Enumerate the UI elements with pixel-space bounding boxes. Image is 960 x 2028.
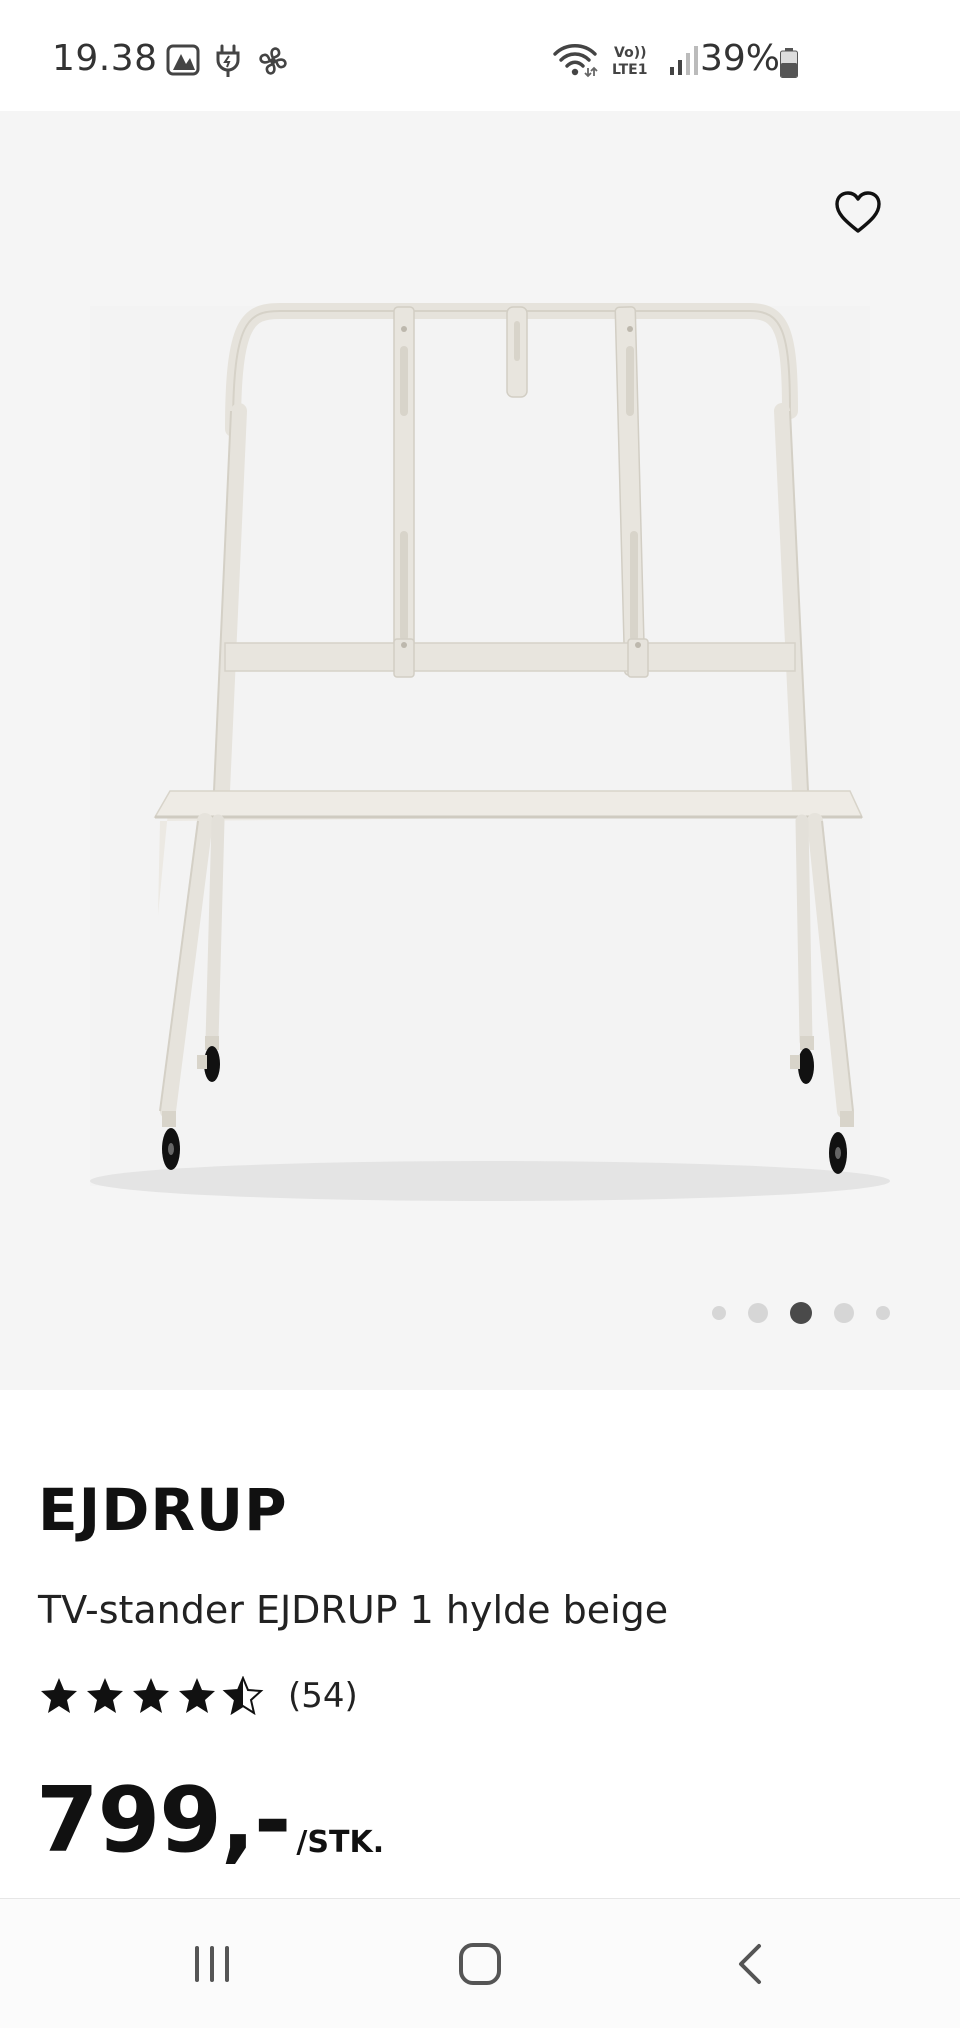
carousel-dot[interactable]	[748, 1303, 768, 1323]
carousel-dot[interactable]	[876, 1306, 890, 1320]
product-rating[interactable]: (54)	[38, 1676, 358, 1716]
status-icons-left	[166, 44, 290, 78]
star-filled-icon	[133, 1678, 169, 1713]
heart-icon	[835, 191, 881, 233]
price-unit: /STK.	[296, 1825, 385, 1860]
home-button[interactable]	[450, 1939, 510, 1989]
product-image[interactable]	[0, 111, 960, 1390]
navigation-bar	[0, 1898, 960, 2028]
status-bar: 19.38 Vo)) LTE1 39%	[0, 0, 960, 111]
star-half-icon	[222, 1676, 264, 1716]
product-price: 799,- /STK.	[36, 1776, 384, 1866]
back-button[interactable]	[720, 1939, 780, 1989]
volte-icon: Vo)) LTE1	[612, 45, 647, 78]
battery-percentage: 39%	[700, 38, 781, 79]
svg-text:Vo)): Vo))	[614, 45, 646, 61]
product-description: TV-stander EJDRUP 1 hylde beige	[38, 1588, 669, 1632]
carousel-dot[interactable]	[790, 1302, 812, 1324]
star-filled-icon	[179, 1678, 215, 1713]
battery-icon	[780, 48, 798, 78]
gallery-icon	[166, 44, 200, 76]
carousel-dot[interactable]	[712, 1306, 726, 1320]
wifi-icon	[553, 44, 598, 78]
star-filled-icon	[87, 1678, 123, 1713]
tv-stand-image	[90, 303, 890, 1201]
svg-text:LTE1: LTE1	[612, 62, 647, 78]
price-amount: 799,-	[36, 1768, 291, 1873]
status-icons-right: Vo)) LTE1	[552, 42, 700, 78]
carousel-dots	[712, 1302, 890, 1324]
back-icon	[739, 1944, 761, 1984]
product-brand: EJDRUP	[38, 1476, 288, 1544]
star-filled-icon	[41, 1678, 77, 1713]
rating-stars	[38, 1676, 264, 1716]
home-icon	[459, 1943, 501, 1985]
favorite-button[interactable]	[830, 184, 886, 240]
carousel-dot[interactable]	[834, 1303, 854, 1323]
recent-apps-button[interactable]	[182, 1939, 242, 1989]
signal-icon	[670, 46, 698, 75]
fan-icon	[259, 47, 287, 75]
recent-apps-icon	[195, 1946, 229, 1982]
charging-icon	[216, 44, 240, 77]
status-time: 19.38	[52, 38, 158, 79]
review-count: (54)	[288, 1676, 358, 1716]
